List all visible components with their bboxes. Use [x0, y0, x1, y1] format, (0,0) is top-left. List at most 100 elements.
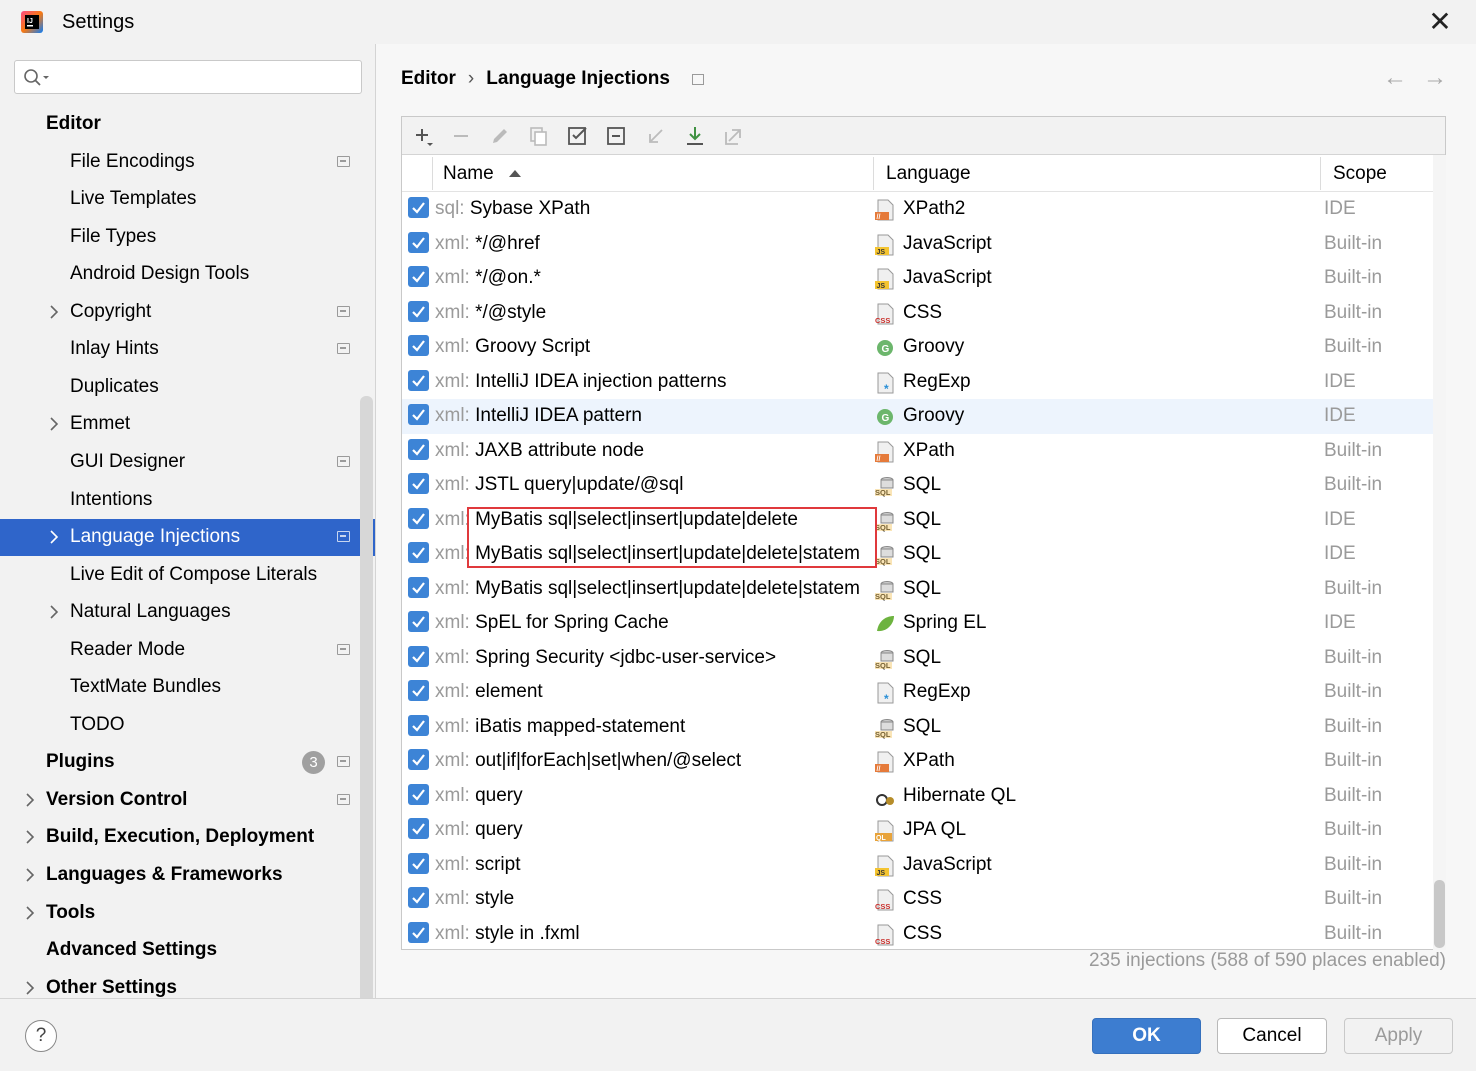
- table-row[interactable]: xml: element * RegExp Built-in: [402, 675, 1433, 710]
- enabled-checkbox[interactable]: [408, 887, 429, 908]
- table-row[interactable]: xml: style CSS CSS Built-in: [402, 882, 1433, 917]
- settings-search[interactable]: [14, 60, 362, 94]
- chevron-right-icon[interactable]: [48, 304, 60, 320]
- enable-all-icon[interactable]: [566, 124, 590, 148]
- table-row[interactable]: xml: JSTL query|update/@sql SQL SQL Built-i…: [402, 468, 1433, 503]
- import-icon[interactable]: [683, 124, 707, 148]
- table-row[interactable]: sql: Sybase XPath // XPath2 IDE: [402, 192, 1433, 227]
- sidebar-item-emmet[interactable]: Emmet: [0, 406, 375, 443]
- table-row[interactable]: xml: */@href JS JavaScript Built-in: [402, 227, 1433, 262]
- sidebar-item-languages-frameworks[interactable]: Languages & Frameworks: [0, 857, 375, 894]
- sidebar-item-tools[interactable]: Tools: [0, 895, 375, 932]
- cancel-button[interactable]: Cancel: [1217, 1018, 1327, 1054]
- table-row[interactable]: xml: */@on.* JS JavaScript Built-in: [402, 261, 1433, 296]
- remove-icon[interactable]: [449, 124, 473, 148]
- sidebar-item-duplicates[interactable]: Duplicates: [0, 369, 375, 406]
- chevron-right-icon[interactable]: [48, 604, 60, 620]
- table-row[interactable]: xml: IntelliJ IDEA pattern G Groovy IDE: [402, 399, 1433, 434]
- table-row[interactable]: xml: iBatis mapped-statement SQL SQL Built-…: [402, 710, 1433, 745]
- enabled-checkbox[interactable]: [408, 473, 429, 494]
- table-row[interactable]: xml: Spring Security <jdbc-user-service>…: [402, 641, 1433, 676]
- sidebar-item-version-control[interactable]: Version Control: [0, 782, 375, 819]
- sidebar-item-android-design-tools[interactable]: Android Design Tools: [0, 256, 375, 293]
- sort-ascending-icon[interactable]: [508, 168, 522, 178]
- enabled-checkbox[interactable]: [408, 300, 429, 322]
- enabled-checkbox[interactable]: [408, 852, 429, 874]
- enabled-checkbox[interactable]: [408, 507, 429, 529]
- chevron-right-icon[interactable]: [24, 980, 36, 996]
- table-row[interactable]: xml: */@style CSS CSS Built-in: [402, 296, 1433, 331]
- disable-all-icon[interactable]: [605, 124, 629, 148]
- enabled-checkbox[interactable]: [408, 680, 429, 701]
- enabled-checkbox[interactable]: [408, 921, 429, 943]
- enabled-checkbox[interactable]: [408, 749, 429, 770]
- column-header-scope[interactable]: Scope: [1333, 163, 1387, 185]
- table-row[interactable]: xml: MyBatis sql|select|insert|update|de…: [402, 537, 1433, 572]
- table-scrollbar[interactable]: [1433, 155, 1446, 950]
- help-icon[interactable]: ?: [25, 1020, 57, 1052]
- ok-button[interactable]: OK: [1092, 1018, 1201, 1054]
- sidebar-item-todo[interactable]: TODO: [0, 707, 375, 744]
- sidebar-item-reader-mode[interactable]: Reader Mode: [0, 632, 375, 669]
- sidebar-item-plugins[interactable]: Plugins 3: [0, 744, 375, 781]
- enabled-checkbox[interactable]: [408, 369, 429, 391]
- enabled-checkbox[interactable]: [408, 197, 429, 218]
- enabled-checkbox[interactable]: [408, 645, 429, 667]
- table-row[interactable]: xml: MyBatis sql|select|insert|update|de…: [402, 572, 1433, 607]
- enabled-checkbox[interactable]: [408, 404, 429, 425]
- table-row[interactable]: xml: MyBatis sql|select|insert|update|de…: [402, 503, 1433, 538]
- chevron-right-icon[interactable]: [24, 792, 36, 808]
- enabled-checkbox[interactable]: [408, 542, 429, 563]
- enabled-checkbox[interactable]: [408, 266, 429, 287]
- apply-button[interactable]: Apply: [1344, 1018, 1453, 1054]
- enabled-checkbox[interactable]: [408, 611, 429, 632]
- sidebar-item-live-templates[interactable]: Live Templates: [0, 181, 375, 218]
- chevron-right-icon[interactable]: [24, 829, 36, 845]
- enabled-checkbox[interactable]: [408, 438, 429, 460]
- sidebar-item-advanced-settings[interactable]: Advanced Settings: [0, 932, 375, 969]
- table-row[interactable]: xml: SpEL for Spring Cache Spring EL IDE: [402, 606, 1433, 641]
- sidebar-item-inlay-hints[interactable]: Inlay Hints: [0, 331, 375, 368]
- chevron-right-icon[interactable]: [48, 529, 60, 545]
- export-icon[interactable]: [722, 124, 746, 148]
- search-input[interactable]: [55, 65, 355, 89]
- sidebar-item-live-edit-of-compose-literals[interactable]: Live Edit of Compose Literals: [0, 557, 375, 594]
- table-row[interactable]: xml: script JS JavaScript Built-in: [402, 848, 1433, 883]
- table-row[interactable]: xml: JAXB attribute node // XPath Built-in: [402, 434, 1433, 469]
- enabled-checkbox[interactable]: [408, 576, 429, 598]
- table-row[interactable]: xml: query QL JPA QL Built-in: [402, 813, 1433, 848]
- column-header-name[interactable]: Name: [443, 163, 494, 185]
- enabled-checkbox[interactable]: [408, 783, 429, 805]
- chevron-right-icon[interactable]: [48, 416, 60, 432]
- back-arrow-icon[interactable]: ←: [1383, 64, 1407, 92]
- enabled-checkbox[interactable]: [408, 818, 429, 839]
- sidebar-item-intentions[interactable]: Intentions: [0, 482, 375, 519]
- enabled-checkbox[interactable]: [408, 714, 429, 736]
- chevron-right-icon[interactable]: [24, 905, 36, 921]
- table-row[interactable]: xml: query Hibernate QL Built-in: [402, 779, 1433, 814]
- edit-icon[interactable]: [488, 124, 512, 148]
- column-header-language[interactable]: Language: [886, 163, 971, 185]
- enabled-checkbox[interactable]: [408, 231, 429, 253]
- table-row[interactable]: xml: style in .fxml CSS CSS Built-in: [402, 917, 1433, 951]
- close-icon[interactable]: ✕: [1426, 8, 1454, 36]
- sidebar-item-copyright[interactable]: Copyright: [0, 294, 375, 331]
- enabled-checkbox[interactable]: [408, 335, 429, 356]
- sidebar-item-file-types[interactable]: File Types: [0, 219, 375, 256]
- sidebar-item-textmate-bundles[interactable]: TextMate Bundles: [0, 669, 375, 706]
- table-row[interactable]: xml: Groovy Script G Groovy Built-in: [402, 330, 1433, 365]
- breadcrumb-parent[interactable]: Editor: [401, 68, 456, 90]
- copy-icon[interactable]: [527, 124, 551, 148]
- sidebar-item-build-execution-deployment[interactable]: Build, Execution, Deployment: [0, 819, 375, 856]
- sidebar-item-editor[interactable]: Editor: [0, 106, 375, 143]
- sidebar-item-file-encodings[interactable]: File Encodings: [0, 144, 375, 181]
- sidebar-item-gui-designer[interactable]: GUI Designer: [0, 444, 375, 481]
- sidebar-item-natural-languages[interactable]: Natural Languages: [0, 594, 375, 631]
- add-icon[interactable]: [412, 124, 436, 148]
- table-row[interactable]: xml: out|if|forEach|set|when/@select // XP…: [402, 744, 1433, 779]
- move-to-ide-icon[interactable]: [644, 124, 668, 148]
- chevron-right-icon[interactable]: [24, 867, 36, 883]
- table-row[interactable]: xml: IntelliJ IDEA injection patterns * Re…: [402, 365, 1433, 400]
- sidebar-scrollbar[interactable]: [360, 396, 373, 1036]
- sidebar-item-language-injections[interactable]: Language Injections: [0, 519, 375, 557]
